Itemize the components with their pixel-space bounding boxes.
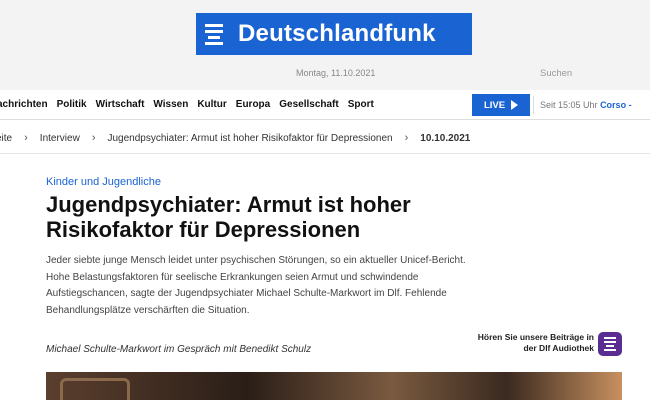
now-playing-time: Seit 15:05 Uhr xyxy=(540,100,598,110)
audiothek-icon[interactable] xyxy=(598,332,622,356)
breadcrumb: eite › Interview › Jugendpsychiater: Arm… xyxy=(0,120,650,154)
breadcrumb-article[interactable]: Jugendpsychiater: Armut ist hoher Risiko… xyxy=(107,133,392,144)
article-byline: Michael Schulte-Markwort im Gespräch mit… xyxy=(46,344,312,355)
logo-text: Deutschlandfunk xyxy=(238,20,436,47)
live-button[interactable]: LIVE xyxy=(472,94,530,116)
breadcrumb-date: 10.10.2021 xyxy=(420,132,471,144)
article-teaser: Jeder siebte junge Mensch leidet unter p… xyxy=(46,255,466,316)
audiothek-promo[interactable]: Hören Sie unsere Beiträge in der Dlf Aud… xyxy=(470,332,594,354)
nav-item-europa[interactable]: Europa xyxy=(236,99,270,110)
article-image xyxy=(46,372,622,400)
now-playing-suffix: - xyxy=(628,100,632,110)
nav-item-nachrichten[interactable]: achrichten xyxy=(0,99,48,110)
chevron-right-icon: › xyxy=(91,132,96,144)
search-link[interactable]: Suchen xyxy=(540,68,572,79)
chevron-right-icon: › xyxy=(24,132,28,144)
nav-item-wissen[interactable]: Wissen xyxy=(153,99,188,110)
current-date: Montag, 11.10.2021 xyxy=(296,68,376,78)
nav-item-gesellschaft[interactable]: Gesellschaft xyxy=(279,99,338,110)
nav-item-politik[interactable]: Politik xyxy=(57,99,87,110)
nav-divider xyxy=(533,96,534,114)
article-headline: Jugendpsychiater: Armut ist hoher Risiko… xyxy=(46,192,411,242)
dlf-lines-icon xyxy=(196,13,232,55)
logo[interactable]: Deutschlandfunk xyxy=(196,13,472,55)
image-detail xyxy=(60,378,130,400)
header: Deutschlandfunk Montag, 11.10.2021 Suche… xyxy=(0,0,650,90)
nav-item-kultur[interactable]: Kultur xyxy=(197,99,226,110)
nav-item-sport[interactable]: Sport xyxy=(348,99,374,110)
article-kicker: Kinder und Jugendliche xyxy=(46,176,161,188)
nav-item-wirtschaft[interactable]: Wirtschaft xyxy=(96,99,145,110)
now-playing[interactable]: Seit 15:05 Uhr Corso - xyxy=(540,100,632,110)
breadcrumb-interview[interactable]: Interview xyxy=(40,133,80,144)
play-icon xyxy=(511,100,519,110)
now-playing-program: Corso xyxy=(600,100,627,110)
chevron-right-icon: › xyxy=(404,132,409,144)
live-label: LIVE xyxy=(483,99,506,111)
breadcrumb-home[interactable]: eite xyxy=(0,133,12,144)
